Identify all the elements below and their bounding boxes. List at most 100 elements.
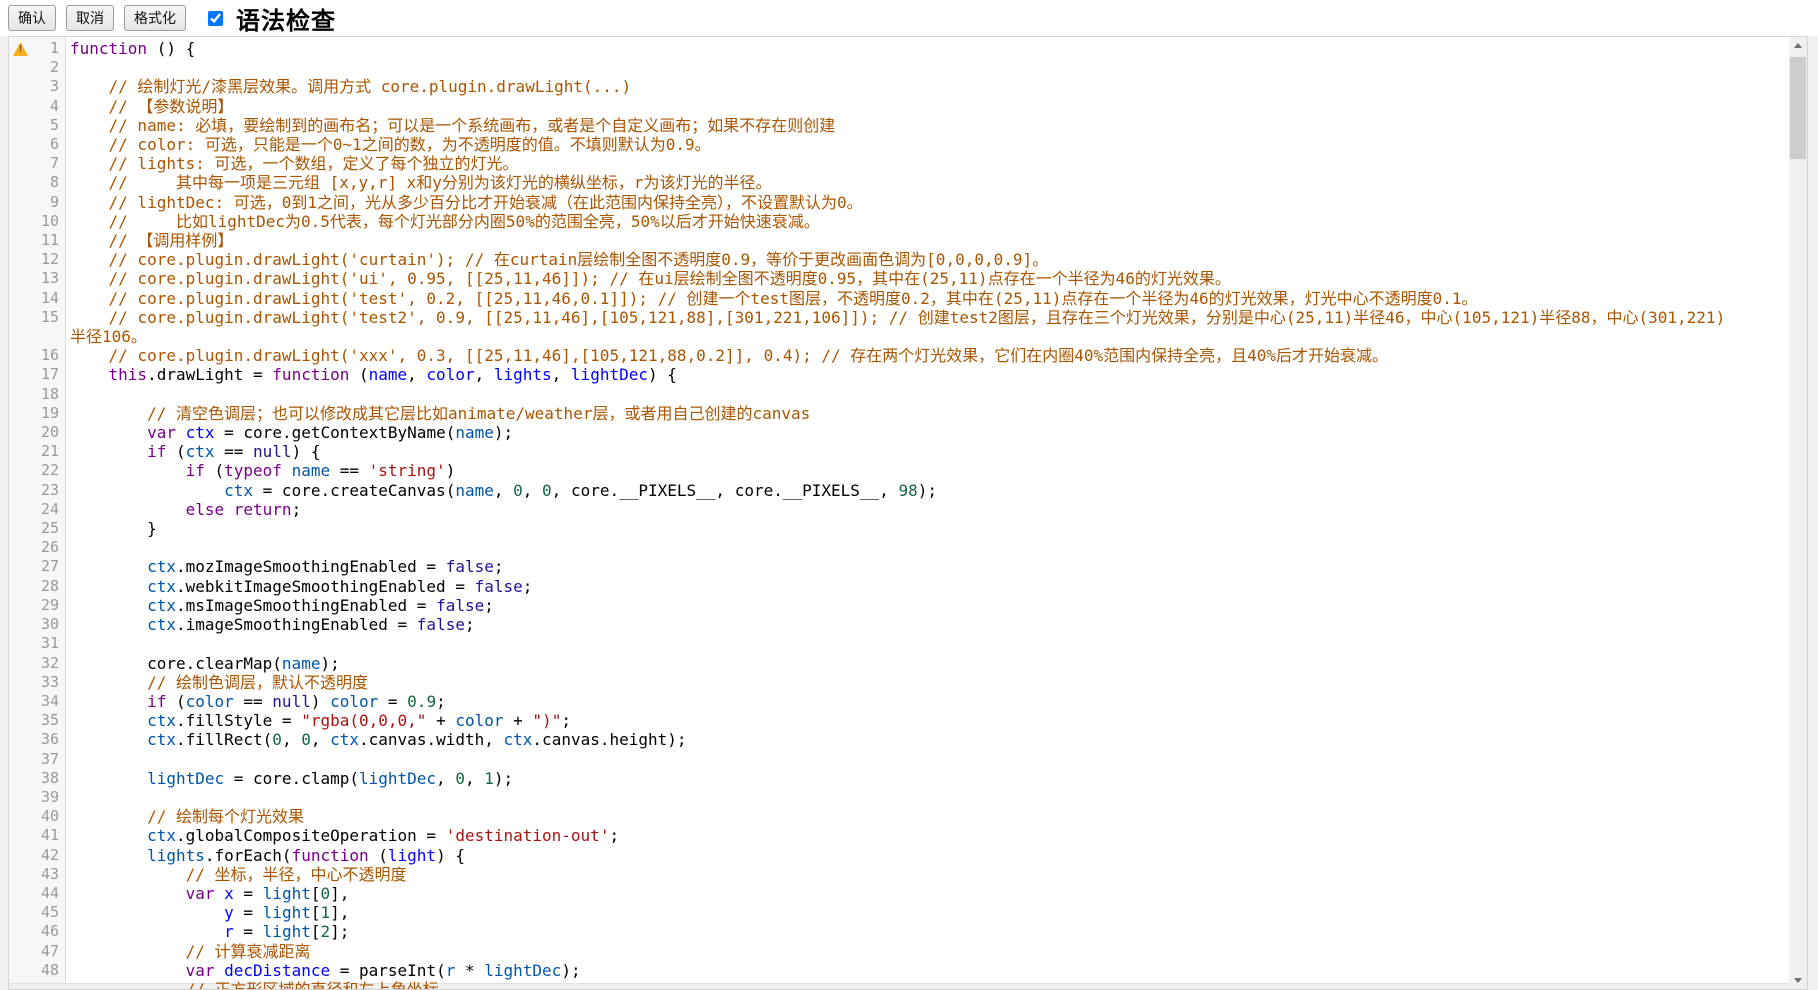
code-line[interactable]: 33 // 绘制色调层，默认不透明度	[9, 673, 1789, 692]
code-line[interactable]: 1function () {	[9, 39, 1789, 58]
code-line[interactable]: 46 r = light[2];	[9, 922, 1789, 941]
line-number: 32	[9, 654, 66, 673]
line-number: 30	[9, 615, 66, 634]
vertical-scrollbar[interactable]	[1789, 37, 1807, 989]
code-line-text: // 【调用样例】	[66, 231, 1789, 250]
code-line[interactable]: 18	[9, 385, 1789, 404]
line-number: 28	[9, 577, 66, 596]
code-line[interactable]: 27 ctx.mozImageSmoothingEnabled = false;	[9, 557, 1789, 576]
line-number: 42	[9, 846, 66, 865]
line-number: 46	[9, 922, 66, 941]
code-line-text: // 【参数说明】	[66, 97, 1789, 116]
code-line-text: ctx.msImageSmoothingEnabled = false;	[66, 596, 1789, 615]
code-line[interactable]: 47 // 计算衰减距离	[9, 942, 1789, 961]
line-number: 40	[9, 807, 66, 826]
code-line[interactable]: 23 ctx = core.createCanvas(name, 0, 0, c…	[9, 481, 1789, 500]
scroll-down-arrow[interactable]	[1789, 972, 1807, 989]
lint-checkbox[interactable]	[208, 11, 223, 26]
line-number: 6	[9, 135, 66, 154]
code-line-text	[66, 750, 1789, 769]
line-number: 3	[9, 77, 66, 96]
code-line[interactable]: 26	[9, 538, 1789, 557]
code-line[interactable]: 12 // core.plugin.drawLight('curtain'); …	[9, 250, 1789, 269]
code-line-text: var ctx = core.getContextByName(name);	[66, 423, 1789, 442]
code-line-text: // core.plugin.drawLight('ui', 0.95, [[2…	[66, 269, 1789, 288]
code-line[interactable]: 32 core.clearMap(name);	[9, 654, 1789, 673]
code-line[interactable]: 20 var ctx = core.getContextByName(name)…	[9, 423, 1789, 442]
code-line[interactable]: 14 // core.plugin.drawLight('test', 0.2,…	[9, 289, 1789, 308]
code-line[interactable]: 41 ctx.globalCompositeOperation = 'desti…	[9, 826, 1789, 845]
code-line[interactable]: 16 // core.plugin.drawLight('xxx', 0.3, …	[9, 346, 1789, 365]
code-line[interactable]: 25 }	[9, 519, 1789, 538]
code-line[interactable]: 10 // 比如lightDec为0.5代表，每个灯光部分内圈50%的范围全亮，…	[9, 212, 1789, 231]
line-number: 5	[9, 116, 66, 135]
code-line[interactable]: 34 if (color == null) color = 0.9;	[9, 692, 1789, 711]
code-line[interactable]: 45 y = light[1],	[9, 903, 1789, 922]
code-line[interactable]: 2	[9, 58, 1789, 77]
code-line[interactable]: 7 // lights: 可选，一个数组，定义了每个独立的灯光。	[9, 154, 1789, 173]
format-button[interactable]: 格式化	[124, 5, 186, 31]
code-line[interactable]: 35 ctx.fillStyle = "rgba(0,0,0," + color…	[9, 711, 1789, 730]
scroll-up-arrow[interactable]	[1789, 37, 1807, 54]
code-line-text: this.drawLight = function (name, color, …	[66, 365, 1789, 384]
code-line[interactable]: 37	[9, 750, 1789, 769]
code-line[interactable]: 22 if (typeof name == 'string')	[9, 461, 1789, 480]
code-line[interactable]: 40 // 绘制每个灯光效果	[9, 807, 1789, 826]
code-line[interactable]: 29 ctx.msImageSmoothingEnabled = false;	[9, 596, 1789, 615]
line-number: 16	[9, 346, 66, 365]
line-number: 14	[9, 289, 66, 308]
code-line-text: // lightDec: 可选，0到1之间，光从多少百分比才开始衰减（在此范围内…	[66, 193, 1789, 212]
code-line[interactable]: 15 // core.plugin.drawLight('test2', 0.9…	[9, 308, 1789, 327]
code-line[interactable]: 48 var decDistance = parseInt(r * lightD…	[9, 961, 1789, 980]
code-line-text: ctx.imageSmoothingEnabled = false;	[66, 615, 1789, 634]
cancel-button[interactable]: 取消	[66, 5, 114, 31]
code-editor[interactable]: 1function () {23 // 绘制灯光/漆黑层效果。调用方式 core…	[8, 36, 1808, 990]
code-line[interactable]: 42 lights.forEach(function (light) {	[9, 846, 1789, 865]
code-line-text: // lights: 可选，一个数组，定义了每个独立的灯光。	[66, 154, 1789, 173]
code-line[interactable]: 36 ctx.fillRect(0, 0, ctx.canvas.width, …	[9, 730, 1789, 749]
code-line[interactable]: 38 lightDec = core.clamp(lightDec, 0, 1)…	[9, 769, 1789, 788]
code-line-text: var decDistance = parseInt(r * lightDec)…	[66, 961, 1789, 980]
code-line[interactable]: 39	[9, 788, 1789, 807]
code-rows: 1function () {23 // 绘制灯光/漆黑层效果。调用方式 core…	[9, 37, 1789, 990]
code-line[interactable]: 28 ctx.webkitImageSmoothingEnabled = fal…	[9, 577, 1789, 596]
code-line-text: // 坐标，半径，中心不透明度	[66, 865, 1789, 884]
code-line[interactable]: 3 // 绘制灯光/漆黑层效果。调用方式 core.plugin.drawLig…	[9, 77, 1789, 96]
code-line-text: // color: 可选，只能是一个0~1之间的数，为不透明度的值。不填则默认为…	[66, 135, 1789, 154]
code-line-text: ctx = core.createCanvas(name, 0, 0, core…	[66, 481, 1789, 500]
code-line-text: // 清空色调层；也可以修改成其它层比如animate/weather层，或者用…	[66, 404, 1789, 423]
confirm-button[interactable]: 确认	[8, 5, 56, 31]
code-line[interactable]: 44 var x = light[0],	[9, 884, 1789, 903]
code-line[interactable]: 19 // 清空色调层；也可以修改成其它层比如animate/weather层，…	[9, 404, 1789, 423]
warning-icon	[13, 42, 28, 56]
code-line[interactable]: 半径106。	[9, 327, 1789, 346]
line-number: 33	[9, 673, 66, 692]
code-line-text: // 其中每一项是三元组 [x,y,r] x和y分别为该灯光的横纵坐标，r为该灯…	[66, 173, 1789, 192]
code-line-text	[66, 385, 1789, 404]
code-line-text: r = light[2];	[66, 922, 1789, 941]
code-line[interactable]: 31	[9, 634, 1789, 653]
code-line[interactable]: 13 // core.plugin.drawLight('ui', 0.95, …	[9, 269, 1789, 288]
lint-label[interactable]: 语法检查	[236, 1, 336, 36]
code-line-text: if (ctx == null) {	[66, 442, 1789, 461]
code-line[interactable]: 8 // 其中每一项是三元组 [x,y,r] x和y分别为该灯光的横纵坐标，r为…	[9, 173, 1789, 192]
code-line-text: var x = light[0],	[66, 884, 1789, 903]
code-line[interactable]: 30 ctx.imageSmoothingEnabled = false;	[9, 615, 1789, 634]
code-line[interactable]: 43 // 坐标，半径，中心不透明度	[9, 865, 1789, 884]
code-line[interactable]: 9 // lightDec: 可选，0到1之间，光从多少百分比才开始衰减（在此范…	[9, 193, 1789, 212]
code-line[interactable]: 21 if (ctx == null) {	[9, 442, 1789, 461]
code-line[interactable]: 11 // 【调用样例】	[9, 231, 1789, 250]
line-number: 17	[9, 365, 66, 384]
scrollbar-thumb[interactable]	[1790, 57, 1806, 159]
code-line-text: // core.plugin.drawLight('test', 0.2, [[…	[66, 289, 1789, 308]
code-line[interactable]: 4 // 【参数说明】	[9, 97, 1789, 116]
code-line[interactable]: 5 // name: 必填，要绘制到的画布名；可以是一个系统画布，或者是个自定义…	[9, 116, 1789, 135]
code-line[interactable]: 24 else return;	[9, 500, 1789, 519]
code-line-text: ctx.mozImageSmoothingEnabled = false;	[66, 557, 1789, 576]
line-number: 31	[9, 634, 66, 653]
code-line[interactable]: 17 this.drawLight = function (name, colo…	[9, 365, 1789, 384]
code-line[interactable]: 6 // color: 可选，只能是一个0~1之间的数，为不透明度的值。不填则默…	[9, 135, 1789, 154]
code-line-text: lightDec = core.clamp(lightDec, 0, 1);	[66, 769, 1789, 788]
line-number: 11	[9, 231, 66, 250]
code-line-text: ctx.fillRect(0, 0, ctx.canvas.width, ctx…	[66, 730, 1789, 749]
